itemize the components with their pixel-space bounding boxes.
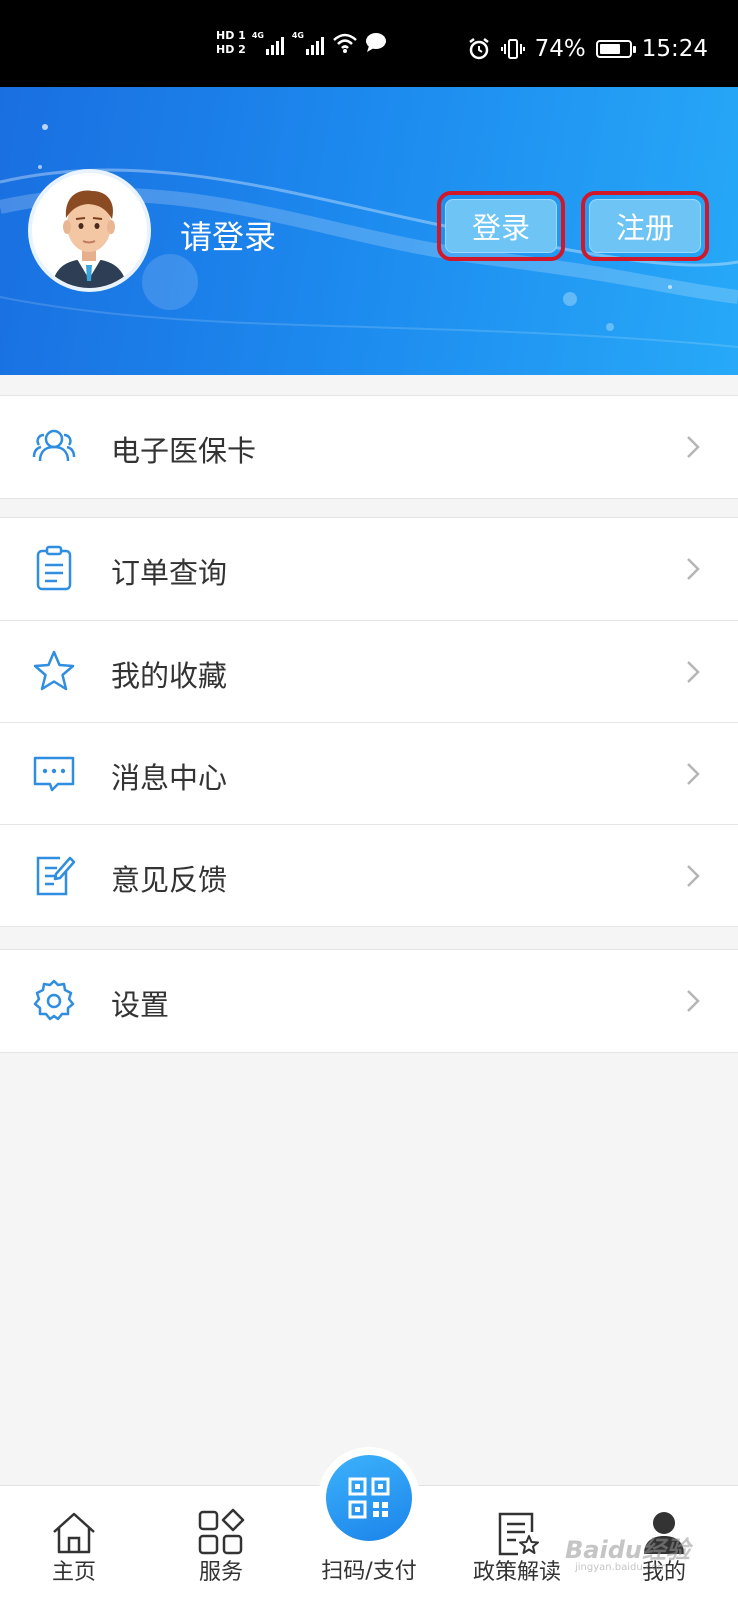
nav-policy-label: 政策解读 <box>472 1560 561 1585</box>
chevron-right-icon <box>687 865 700 887</box>
chevron-right-icon <box>687 990 700 1012</box>
nav-home[interactable]: 主页 <box>19 1486 129 1600</box>
menu-item-label: 我的收藏 <box>111 659 228 693</box>
menu-item-label: 消息中心 <box>111 761 228 795</box>
clock: 15:24 <box>641 36 708 62</box>
nav-home-label: 主页 <box>51 1560 96 1585</box>
watermark-logo: Baidu经验 <box>565 1536 690 1564</box>
menu-group-main: 订单查询 我的收藏 消息中心 意见反馈 <box>0 517 738 927</box>
menu-item-label: 订单查询 <box>111 556 228 590</box>
login-prompt[interactable]: 请登录 <box>180 212 276 258</box>
message-bubble-icon <box>33 756 75 792</box>
menu-item-label: 电子医保卡 <box>111 434 257 468</box>
users-icon <box>32 429 76 462</box>
watermark-url: jingyan.baidu.com <box>575 1562 668 1573</box>
chevron-right-icon <box>687 558 700 580</box>
nav-policy[interactable]: 政策解读 <box>462 1486 572 1600</box>
menu-group-card: 电子医保卡 <box>0 395 738 499</box>
star-icon <box>33 650 75 691</box>
menu-item-settings[interactable]: 设置 <box>0 950 738 1052</box>
net2-label: 4G <box>291 31 304 40</box>
menu-item-label: 设置 <box>111 988 170 1022</box>
chat-notification-icon <box>365 33 386 52</box>
menu-item-messages[interactable]: 消息中心 <box>0 722 738 824</box>
avatar-illustration <box>32 173 147 288</box>
login-button[interactable]: 登录 <box>445 199 557 253</box>
gear-icon <box>33 979 75 1021</box>
hd2-label: HD 2 <box>216 43 246 56</box>
menu-item-orders[interactable]: 订单查询 <box>0 518 738 620</box>
home-icon <box>53 1512 95 1554</box>
vibrate-icon <box>500 39 525 59</box>
scan-pay-button[interactable] <box>326 1455 412 1541</box>
register-button-highlight: 注册 <box>581 191 709 261</box>
menu-item-label: 意见反馈 <box>111 863 228 897</box>
clipboard-list-icon <box>36 545 72 591</box>
wifi-icon <box>332 33 357 53</box>
qr-code-icon <box>348 1477 390 1519</box>
battery-percent: 74% <box>534 36 586 62</box>
signal-2-icon: 4G <box>292 31 326 55</box>
status-left: HD 1 HD 2 4G 4G <box>216 30 388 56</box>
chevron-right-icon <box>687 436 700 458</box>
user-avatar[interactable] <box>28 169 151 292</box>
nav-services-label: 服务 <box>198 1560 243 1585</box>
status-bar: HD 1 HD 2 4G 4G 74% 15:24 <box>0 0 738 87</box>
document-star-icon <box>498 1512 539 1556</box>
alarm-icon <box>468 38 489 60</box>
battery-icon <box>595 40 636 58</box>
menu-item-favorites[interactable]: 我的收藏 <box>0 620 738 722</box>
hd-indicator: HD 1 HD 2 <box>216 30 246 56</box>
menu-item-feedback[interactable]: 意见反馈 <box>0 824 738 926</box>
status-right: 74% 15:24 <box>467 36 708 62</box>
hd1-label: HD 1 <box>216 29 246 42</box>
menu-group-settings: 设置 <box>0 949 738 1053</box>
grid-apps-icon <box>198 1508 245 1555</box>
profile-header: 请登录 登录 注册 <box>0 87 738 375</box>
login-button-highlight: 登录 <box>437 191 565 261</box>
chevron-right-icon <box>687 763 700 785</box>
nav-services[interactable]: 服务 <box>166 1486 276 1600</box>
menu-item-medical-card[interactable]: 电子医保卡 <box>0 396 738 498</box>
chevron-right-icon <box>687 661 700 683</box>
edit-note-icon <box>36 856 76 896</box>
signal-1-icon: 4G <box>252 31 286 55</box>
scan-pay-label[interactable]: 扫码/支付 <box>300 1553 438 1585</box>
net1-label: 4G <box>251 31 264 40</box>
register-button[interactable]: 注册 <box>589 199 701 253</box>
